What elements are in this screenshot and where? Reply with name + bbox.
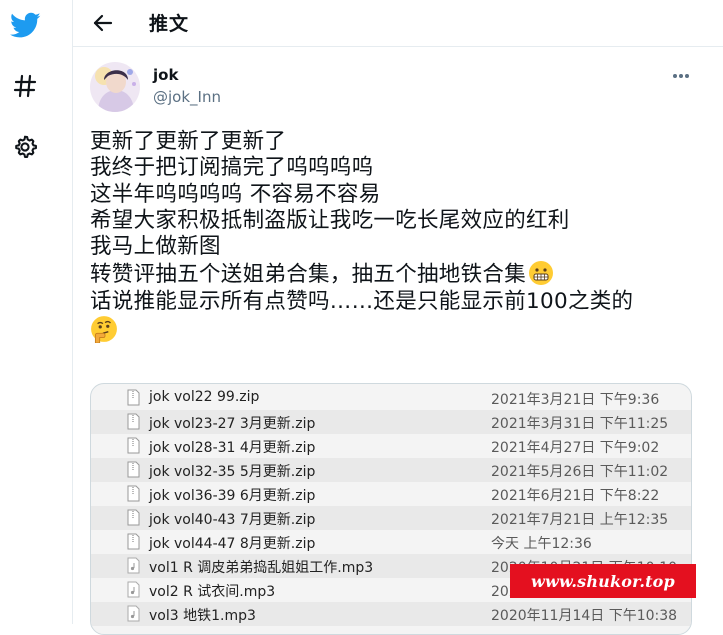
watermark-text: www.shukor.top (531, 571, 675, 591)
tweet-text: 更新了更新了更新了 我终于把订阅搞完了呜呜呜呜 这半年呜呜呜呜 不容易不容易 希… (90, 129, 700, 345)
file-row: jok vol32-35 5月更新.zip 2021年5月26日 下午11:02 (91, 458, 691, 482)
file-name: jok vol22 99.zip (149, 389, 260, 405)
twitter-logo-icon[interactable] (0, 0, 50, 50)
file-row: jok vol28-31 4月更新.zip 2021年4月27日 下午9:02 (91, 434, 691, 458)
tweet-line: 希望大家积极抵制盗版让我吃一吃长尾效应的红利 (90, 207, 570, 233)
tweet-line-text: 转赞评抽五个送姐弟合集，抽五个抽地铁合集 (90, 262, 527, 288)
file-date: 2021年6月21日 下午8:22 (491, 488, 660, 504)
tweet-line: 更新了更新了更新了 (90, 129, 287, 154)
tweet-line-emoji (90, 315, 700, 345)
file-date: 2021年3月31日 下午11:25 (491, 416, 669, 432)
file-date: 2020年11月14日 下午10:38 (491, 608, 678, 624)
tweet-line: 我马上做新图 (90, 234, 221, 260)
author-handle[interactable]: @jok_Inn (153, 88, 221, 106)
file-date: 2021年7月21日 上午12:35 (491, 512, 669, 528)
tweet-line: 这半年呜呜呜呜 不容易不容易 (90, 181, 381, 207)
page-title: 推文 (149, 13, 190, 35)
zip-file-icon (127, 509, 140, 526)
file-name: vol1 R 调皮弟弟捣乱姐姐工作.mp3 (149, 560, 374, 576)
page-header: 推文 (73, 0, 723, 47)
file-row: jok vol22 99.zip 2021年3月21日 下午9:36 (91, 386, 691, 410)
audio-file-icon (127, 605, 140, 622)
zip-file-icon (127, 461, 140, 478)
tweet-line: 话说推能显示所有点赞吗……还是只能显示前100之类的 (90, 288, 634, 314)
file-name: jok vol23-27 3月更新.zip (149, 416, 316, 432)
file-date: 2021年3月21日 下午9:36 (491, 392, 660, 408)
file-date: 2021年5月26日 下午11:02 (491, 464, 669, 480)
zip-file-icon (127, 413, 140, 430)
zip-file-icon (127, 389, 140, 406)
more-options-icon[interactable] (667, 64, 695, 88)
file-name: jok vol32-35 5月更新.zip (149, 464, 316, 480)
explore-hashtag-icon[interactable] (0, 61, 50, 111)
settings-gear-icon[interactable] (0, 122, 50, 172)
audio-file-icon (127, 557, 140, 574)
zip-file-icon (127, 437, 140, 454)
file-name: jok vol28-31 4月更新.zip (149, 440, 316, 456)
file-name: jok vol40-43 7月更新.zip (149, 512, 316, 528)
watermark-banner: www.shukor.top (510, 564, 696, 598)
file-date: 今天 上午12:36 (491, 536, 592, 552)
author-name[interactable]: jok (153, 66, 178, 84)
nav-rail (0, 0, 73, 624)
audio-file-icon (127, 581, 140, 598)
file-name: jok vol36-39 6月更新.zip (149, 488, 316, 504)
file-row: vol3 地铁1.mp3 2020年11月14日 下午10:38 (91, 602, 691, 626)
file-name: jok vol44-47 8月更新.zip (149, 536, 316, 552)
file-date: 2021年4月27日 下午9:02 (491, 440, 660, 456)
file-name: vol2 R 试衣间.mp3 (149, 584, 276, 600)
file-row: jok vol23-27 3月更新.zip 2021年3月31日 下午11:25 (91, 410, 691, 434)
back-arrow-icon[interactable] (87, 8, 119, 38)
zip-file-icon (127, 485, 140, 502)
avatar[interactable] (90, 62, 140, 112)
file-row: jok vol40-43 7月更新.zip 2021年7月21日 上午12:35 (91, 506, 691, 530)
tweet-line-with-emoji: 转赞评抽五个送姐弟合集，抽五个抽地铁合集 (90, 260, 700, 288)
file-name: vol3 地铁1.mp3 (149, 608, 256, 624)
zip-file-icon (127, 533, 140, 550)
file-row: jok vol44-47 8月更新.zip 今天 上午12:36 (91, 530, 691, 554)
grimacing-face-emoji-icon (528, 260, 554, 286)
thinking-face-emoji-icon (90, 315, 117, 344)
file-row: jok vol36-39 6月更新.zip 2021年6月21日 下午8:22 (91, 482, 691, 506)
tweet-line: 我终于把订阅搞完了呜呜呜呜 (90, 155, 374, 181)
